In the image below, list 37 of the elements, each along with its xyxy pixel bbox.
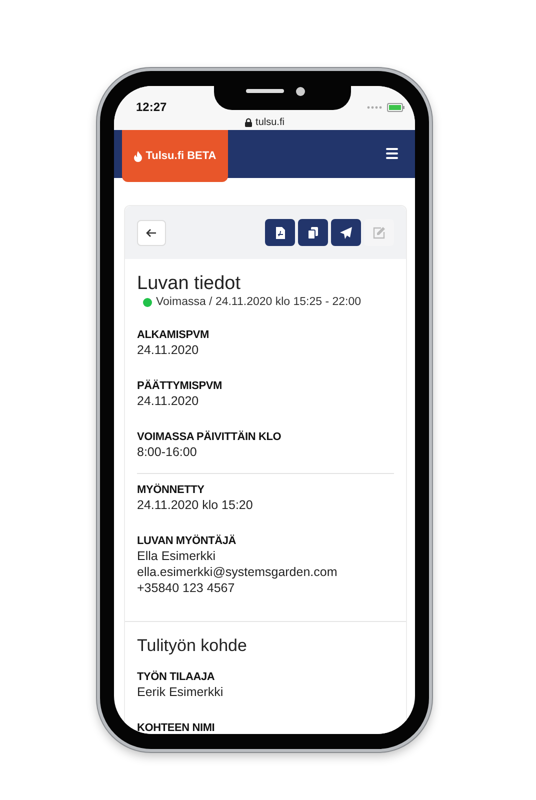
brand-name: Tulsu.fi BETA: [146, 150, 216, 162]
battery-icon: [387, 103, 405, 112]
field-value: ella.esimerkki@systemsgarden.com: [137, 565, 338, 579]
status-time: 12:27: [136, 100, 167, 114]
send-button[interactable]: [331, 219, 361, 246]
field-label: MYÖNNETTY: [137, 484, 206, 496]
section-title: Tulityön kohde: [137, 636, 248, 656]
field-value: +35840 123 4567: [137, 581, 236, 595]
edit-icon: [373, 226, 385, 238]
signal-icon: [367, 106, 383, 109]
field-value: Ella Esimerkki: [137, 549, 216, 563]
field-value: 24.11.2020: [137, 394, 200, 408]
pdf-button[interactable]: [265, 219, 295, 246]
field-label: TYÖN TILAAJA: [137, 671, 216, 683]
copy-button[interactable]: [298, 219, 328, 246]
field-value: 24.11.2020 klo 15:20: [137, 498, 254, 512]
lock-icon: [244, 118, 252, 126]
back-button[interactable]: [137, 220, 166, 246]
brand-logo[interactable]: Tulsu.fi BETA: [122, 130, 228, 182]
menu-icon: [386, 148, 398, 159]
field-label: PÄÄTTYMISPVM: [137, 380, 223, 392]
menu-button[interactable]: [386, 148, 398, 159]
copy-icon: [308, 226, 318, 238]
field-label: ALKAMISPVM: [137, 329, 210, 341]
file-icon: [276, 226, 284, 238]
arrow-left-icon: [146, 228, 157, 238]
paper-plane-icon: [340, 226, 352, 238]
flame-icon: [134, 150, 142, 162]
field-label: VOIMASSA PÄIVITTÄIN KLO: [137, 431, 282, 443]
field-label: KOHTEEN NIMI: [137, 722, 216, 734]
field-value: 8:00-16:00: [137, 445, 198, 459]
section-title: Luvan tiedot: [137, 273, 242, 295]
status-text: Voimassa / 24.11.2020 klo 15:25 - 22:00: [156, 296, 362, 308]
url-text[interactable]: tulsu.fi: [256, 116, 284, 128]
field-label: LUVAN MYÖNTÄJÄ: [137, 535, 238, 547]
field-value: Eerik Esimerkki: [137, 685, 224, 699]
field-value: 24.11.2020: [137, 343, 200, 357]
